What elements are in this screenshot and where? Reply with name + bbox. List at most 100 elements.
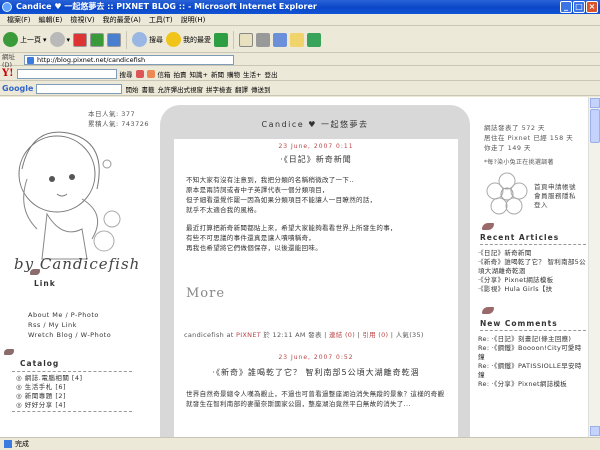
comment-item[interactable]: Re: ‧《鋼鐵》PATISSIOLLE早安時鐘 bbox=[478, 362, 586, 380]
menu-favorites[interactable]: 我的最愛(A) bbox=[99, 15, 145, 25]
home-icon[interactable] bbox=[107, 32, 122, 47]
ie-logo-icon bbox=[2, 2, 12, 12]
link-about[interactable]: About Me / P-Photo bbox=[0, 310, 150, 320]
more-link[interactable]: More bbox=[186, 286, 225, 301]
recent-item[interactable]: ‧《影視》Hula Girls【扶 bbox=[478, 285, 586, 294]
standard-toolbar: 上一頁 ▾ ▾ 搜尋 我的最愛 bbox=[0, 27, 600, 53]
menu-help[interactable]: 說明(H) bbox=[177, 15, 210, 25]
page-icon bbox=[4, 440, 12, 448]
post-date: 23 June, 2007 0:52 bbox=[278, 354, 354, 361]
comment-item[interactable]: Re: ‧《鋼鐵》Boooon!City可愛時鐘 bbox=[478, 344, 586, 362]
comment-item[interactable]: Re: ‧《分享》Pixnet網誌模板 bbox=[478, 380, 586, 389]
back-button[interactable]: 上一頁 ▾ bbox=[3, 32, 47, 47]
refresh-icon[interactable] bbox=[90, 32, 105, 47]
google-logo[interactable]: Google bbox=[2, 84, 33, 93]
minimize-button[interactable]: _ bbox=[560, 1, 572, 13]
catalog-item[interactable]: ◎ 網誌.電腦相關 [4] bbox=[16, 374, 132, 383]
google-bookmarks[interactable]: 書籤 bbox=[141, 84, 154, 94]
search-button[interactable]: 搜尋 bbox=[132, 32, 163, 47]
mail-icon[interactable] bbox=[239, 32, 254, 47]
google-translate[interactable]: 翻譯 bbox=[235, 84, 248, 94]
title-bar: Candice ♥ 一起悠夢去 :: PIXNET BLOG :: - Micr… bbox=[0, 0, 600, 14]
post-meta: candicefish at PIXNET 於 12:11 AM 發表 | 連結… bbox=[184, 331, 424, 339]
login-link[interactable]: 登入 bbox=[534, 201, 576, 210]
yahoo-mail[interactable]: 信箱 bbox=[158, 69, 171, 79]
google-toolbar: Google 開始 書籤 允許彈出式視窗 拼字檢查 翻譯 傳送到 bbox=[0, 82, 600, 96]
recent-heading: Recent Articles bbox=[480, 233, 586, 245]
post-date: 23 June, 2007 0:11 bbox=[278, 143, 354, 150]
status-bar: 完成 bbox=[0, 437, 600, 450]
main-column: Candice ♥ 一起悠夢去 23 June, 2007 0:11 ‧《日記》… bbox=[160, 105, 470, 437]
edit-icon[interactable] bbox=[273, 32, 288, 47]
menu-tools[interactable]: 工具(T) bbox=[145, 15, 177, 25]
google-spellcheck[interactable]: 拼字檢查 bbox=[206, 84, 232, 94]
yahoo-logo[interactable]: Y! bbox=[2, 68, 14, 79]
scroll-thumb[interactable] bbox=[590, 109, 600, 143]
post-body: 不知大家有沒有注意到，我把分類的名稱稍微改了一下.. 原本是兩詩詞或者中子英譯代… bbox=[186, 176, 397, 252]
blog-title: Candice ♥ 一起悠夢去 bbox=[261, 120, 369, 129]
page-content: 本日人氣: 377 累積人氣: 743726 by Candicefish Li… bbox=[0, 97, 600, 437]
link-rss[interactable]: Rss / My Link bbox=[0, 320, 150, 330]
pixnet-link[interactable]: PIXNET bbox=[236, 331, 261, 339]
folder-icon[interactable] bbox=[290, 32, 305, 47]
google-send[interactable]: 傳送到 bbox=[251, 84, 271, 94]
yahoo-search-input[interactable] bbox=[16, 68, 117, 79]
address-label: 網址(D) bbox=[2, 52, 15, 69]
menu-bar: 檔案(F) 編輯(E) 檢視(V) 我的最愛(A) 工具(T) 說明(H) bbox=[0, 14, 600, 26]
google-open-button[interactable]: 開始 bbox=[125, 84, 138, 94]
post-title[interactable]: ‧《日記》新奇新聞 bbox=[174, 154, 458, 165]
catalog-heading: Catalog bbox=[0, 349, 150, 368]
recent-item[interactable]: ‧《日記》新奇新聞 bbox=[478, 249, 586, 258]
history-icon[interactable] bbox=[214, 32, 229, 47]
recent-item[interactable]: ‧《新奇》誰喝乾了它？ 智利南部5公頃大湖離奇乾涸 bbox=[478, 258, 586, 276]
close-button[interactable]: × bbox=[586, 1, 598, 13]
yahoo-search-button[interactable]: 搜尋 bbox=[120, 69, 133, 79]
post-title[interactable]: ‧《新奇》誰喝乾了它？ 智利南部5公頃大湖離奇乾涸 bbox=[174, 367, 458, 378]
menu-view[interactable]: 檢視(V) bbox=[66, 15, 98, 25]
link-wretch[interactable]: Wretch Blog / W-Photo bbox=[0, 330, 150, 340]
privacy-link[interactable]: 會員服務隱私 bbox=[534, 192, 576, 201]
signup-link[interactable]: 首頁申請帳號 bbox=[534, 183, 576, 192]
yahoo-life[interactable]: 生活+ bbox=[243, 69, 261, 79]
catalog-item[interactable]: ◎ 好好分享 [4] bbox=[16, 401, 132, 410]
forward-button[interactable]: ▾ bbox=[49, 32, 70, 47]
vertical-scrollbar[interactable] bbox=[588, 97, 600, 437]
yahoo-knowledge[interactable]: 知識+ bbox=[190, 69, 208, 79]
google-popups[interactable]: 允許彈出式視窗 bbox=[157, 84, 203, 94]
ie-window: Candice ♥ 一起悠夢去 :: PIXNET BLOG :: - Micr… bbox=[0, 0, 600, 450]
trackback-link[interactable]: 引用 (0) bbox=[362, 331, 388, 339]
yahoo-auction[interactable]: 拍賣 bbox=[174, 69, 187, 79]
recent-item[interactable]: ‧《分享》Pixnet網誌模板 bbox=[478, 276, 586, 285]
scroll-down-button[interactable] bbox=[590, 426, 600, 436]
account-links: 首頁申請帳號 會員服務隱私 登入 bbox=[534, 183, 576, 210]
yahoo-news[interactable]: 新聞 bbox=[211, 69, 224, 79]
favorites-button[interactable]: 我的最愛 bbox=[166, 32, 211, 47]
scroll-up-button[interactable] bbox=[590, 98, 600, 108]
favorites-star-icon bbox=[166, 32, 182, 47]
menu-edit[interactable]: 編輯(E) bbox=[35, 15, 67, 25]
comments-link[interactable]: 連結 (0) bbox=[329, 331, 355, 339]
google-search-input[interactable] bbox=[36, 83, 123, 94]
yahoo-shopping[interactable]: 購物 bbox=[227, 69, 240, 79]
yahoo-tool-icon[interactable] bbox=[135, 69, 144, 78]
stop-icon[interactable] bbox=[73, 32, 88, 47]
menu-file[interactable]: 檔案(F) bbox=[3, 15, 35, 25]
bird-icon bbox=[30, 269, 40, 275]
flower-icon bbox=[486, 172, 528, 215]
comments-heading: New Comments bbox=[480, 319, 586, 331]
print-icon[interactable] bbox=[256, 32, 271, 47]
catalog-item[interactable]: ◎ 新聞專題 [2] bbox=[16, 392, 132, 401]
messenger-icon[interactable] bbox=[307, 32, 322, 47]
maximize-button[interactable]: □ bbox=[573, 1, 585, 13]
forward-arrow-icon bbox=[49, 32, 65, 47]
address-input[interactable]: http://blog.pixnet.net/candicefish bbox=[24, 54, 234, 65]
catalog-item[interactable]: ◎ 生活手札 [6] bbox=[16, 383, 132, 392]
link-heading: Link bbox=[0, 269, 150, 288]
status-text: 完成 bbox=[15, 440, 29, 448]
bird-icon bbox=[4, 349, 14, 355]
yahoo-toolbar: Y! 搜尋 信箱 拍賣 知識+ 新聞 購物 生活+ 登出 bbox=[0, 67, 600, 81]
bird-icon bbox=[482, 307, 494, 314]
comment-item[interactable]: Re: ‧《日記》刻畫記(條主回應) bbox=[478, 335, 586, 344]
yahoo-plus-icon[interactable] bbox=[146, 69, 155, 78]
yahoo-logout[interactable]: 登出 bbox=[264, 69, 277, 79]
